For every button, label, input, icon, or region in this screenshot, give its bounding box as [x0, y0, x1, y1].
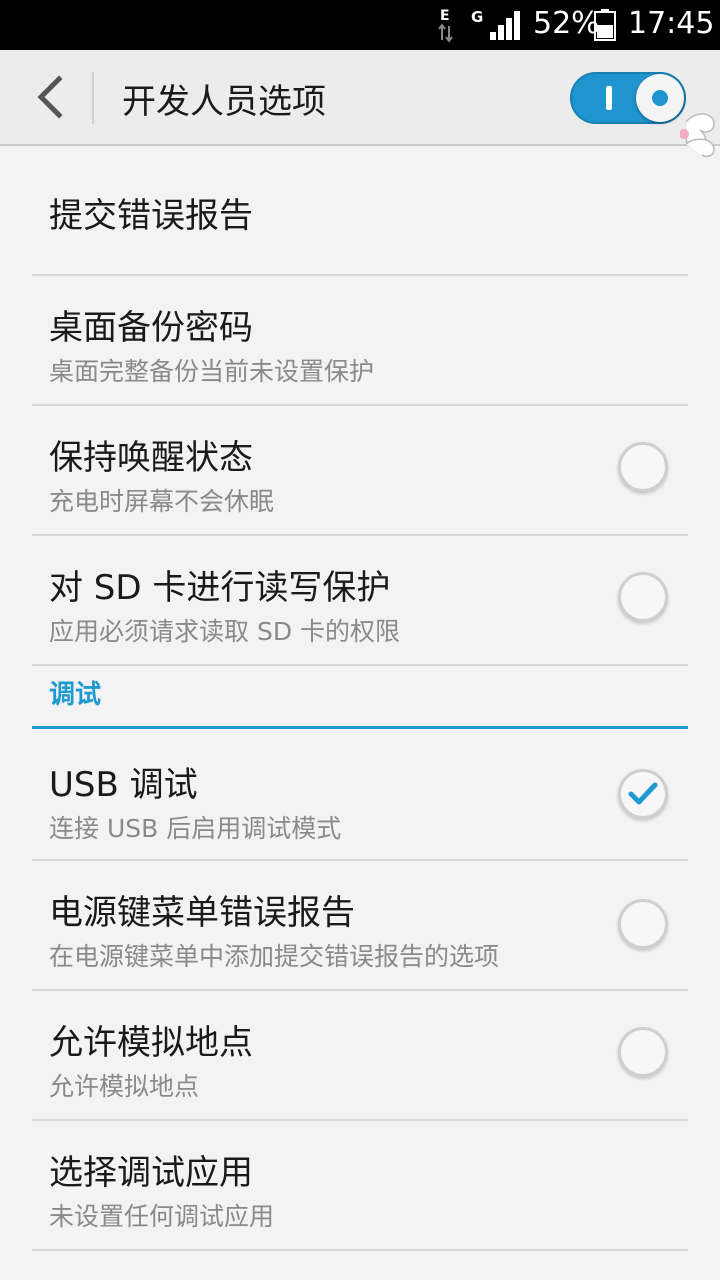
item-title: USB 调试 — [49, 765, 198, 805]
checkmark-icon — [628, 782, 658, 805]
list-item-submit-bug-report[interactable]: 提交错误报告 — [32, 146, 688, 276]
item-title: 对 SD 卡进行读写保护 — [49, 568, 391, 608]
list-item-sd-card-protect[interactable]: 对 SD 卡进行读写保护 应用必须请求读取 SD 卡的权限 — [32, 536, 688, 666]
network-type-label: G — [471, 8, 484, 26]
item-title: 保持唤醒状态 — [49, 438, 253, 478]
title-divider — [92, 72, 94, 124]
item-title: 提交错误报告 — [49, 196, 253, 236]
page-title: 开发人员选项 — [122, 82, 326, 122]
item-subtitle: 允许模拟地点 — [49, 1072, 200, 1101]
list-item-power-menu-bug-report[interactable]: 电源键菜单错误报告 在电源键菜单中添加提交错误报告的选项 — [32, 861, 688, 991]
mock-locations-checkbox[interactable] — [618, 1027, 668, 1077]
clock: 17:45 — [628, 6, 715, 41]
toggle-knob — [636, 74, 684, 122]
item-subtitle: 未设置任何调试应用 — [49, 1202, 275, 1231]
item-subtitle: 充电时屏幕不会休眠 — [49, 487, 275, 516]
developer-options-toggle[interactable] — [570, 72, 686, 124]
signal-icon — [490, 11, 520, 40]
list-item-allow-mock-locations[interactable]: 允许模拟地点 允许模拟地点 — [32, 991, 688, 1121]
battery-percent: 52% — [533, 6, 600, 41]
usb-debugging-checkbox[interactable] — [618, 769, 668, 819]
list-item-usb-debugging[interactable]: USB 调试 连接 USB 后启用调试模式 — [32, 729, 688, 861]
stay-awake-checkbox[interactable] — [618, 442, 668, 492]
item-title: 电源键菜单错误报告 — [49, 893, 355, 933]
item-subtitle: 应用必须请求读取 SD 卡的权限 — [49, 617, 401, 646]
toggle-on-indicator — [606, 86, 612, 110]
back-button[interactable] — [20, 64, 80, 130]
settings-list: 提交错误报告 桌面备份密码 桌面完整备份当前未设置保护 保持唤醒状态 充电时屏幕… — [0, 146, 720, 1251]
list-item-desktop-backup-password[interactable]: 桌面备份密码 桌面完整备份当前未设置保护 — [32, 276, 688, 406]
list-item-select-debug-app[interactable]: 选择调试应用 未设置任何调试应用 — [32, 1121, 688, 1251]
chevron-left-icon — [37, 75, 63, 119]
item-title: 允许模拟地点 — [49, 1023, 253, 1063]
section-header-debugging: 调试 — [32, 666, 688, 729]
battery-icon — [594, 9, 616, 41]
power-menu-bug-report-checkbox[interactable] — [618, 899, 668, 949]
title-bar: 开发人员选项 — [0, 50, 720, 158]
list-item-stay-awake[interactable]: 保持唤醒状态 充电时屏幕不会休眠 — [32, 406, 688, 536]
data-transfer-icon: E — [438, 8, 453, 43]
section-title: 调试 — [49, 680, 102, 710]
item-title: 选择调试应用 — [49, 1153, 253, 1193]
item-subtitle: 在电源键菜单中添加提交错误报告的选项 — [49, 942, 500, 971]
sd-card-protect-checkbox[interactable] — [618, 572, 668, 622]
status-bar: E G 52% 17:45 — [0, 0, 720, 50]
item-title: 桌面备份密码 — [49, 308, 253, 348]
svg-text:E: E — [440, 8, 450, 24]
item-subtitle: 桌面完整备份当前未设置保护 — [49, 357, 375, 386]
item-subtitle: 连接 USB 后启用调试模式 — [49, 814, 342, 843]
